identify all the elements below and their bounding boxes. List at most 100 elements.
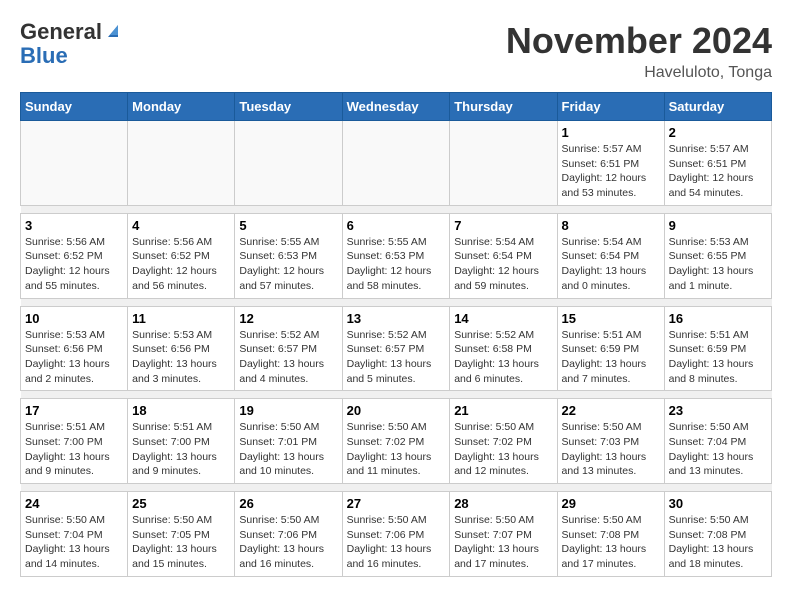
calendar-cell: 30 Sunrise: 5:50 AM Sunset: 7:08 PM Dayli… <box>664 492 771 577</box>
day-number: 19 <box>239 403 337 418</box>
day-number: 26 <box>239 496 337 511</box>
day-info: Sunrise: 5:54 AM Sunset: 6:54 PM Dayligh… <box>454 235 552 294</box>
calendar-cell: 13 Sunrise: 5:52 AM Sunset: 6:57 PM Dayli… <box>342 306 450 391</box>
calendar-cell: 8Sunrise: 5:54 AM Sunset: 6:54 PM Daylig… <box>557 213 664 298</box>
weekday-header-sunday: Sunday <box>21 93 128 121</box>
weekday-header-monday: Monday <box>128 93 235 121</box>
day-info: Sunrise: 5:57 AM Sunset: 6:51 PM Dayligh… <box>562 142 660 201</box>
calendar-cell: 9Sunrise: 5:53 AM Sunset: 6:55 PM Daylig… <box>664 213 771 298</box>
day-info: Sunrise: 5:56 AM Sunset: 6:52 PM Dayligh… <box>132 235 230 294</box>
day-info: Sunrise: 5:51 AM Sunset: 7:00 PM Dayligh… <box>132 420 230 479</box>
day-info: Sunrise: 5:50 AM Sunset: 7:05 PM Dayligh… <box>132 513 230 572</box>
week-separator <box>21 298 772 306</box>
weekday-header-row: SundayMondayTuesdayWednesdayThursdayFrid… <box>21 93 772 121</box>
calendar-cell: 17Sunrise: 5:51 AM Sunset: 7:00 PM Dayli… <box>21 399 128 484</box>
day-info: Sunrise: 5:50 AM Sunset: 7:03 PM Dayligh… <box>562 420 660 479</box>
calendar-week-row: 17 Sunrise: 5:51 AM Sunset: 7:00 PM Dayli… <box>21 399 772 484</box>
calendar-cell: 14Sunrise: 5:52 AM Sunset: 6:58 PM Dayli… <box>450 306 557 391</box>
day-number: 2 <box>669 125 767 140</box>
day-number: 3 <box>25 218 123 233</box>
logo-general: General <box>20 20 102 44</box>
calendar-cell: 26 Sunrise: 5:50 AM Sunset: 7:06 PM Dayli… <box>235 492 342 577</box>
title-section: November 2024 Haveluloto, Tonga <box>506 20 772 82</box>
day-number: 25 <box>132 496 230 511</box>
day-number: 7 <box>454 218 552 233</box>
calendar-cell: 11 Sunrise: 5:53 AM Sunset: 6:56 PM Dayli… <box>128 306 235 391</box>
calendar-cell: 22 Sunrise: 5:50 AM Sunset: 7:03 PM Dayli… <box>557 399 664 484</box>
calendar-cell: 15Sunrise: 5:51 AM Sunset: 6:59 PM Dayli… <box>557 306 664 391</box>
day-info: Sunrise: 5:55 AM Sunset: 6:53 PM Dayligh… <box>347 235 446 294</box>
day-number: 18 <box>132 403 230 418</box>
day-number: 5 <box>239 218 337 233</box>
day-number: 13 <box>347 311 446 326</box>
calendar-cell: 27Sunrise: 5:50 AM Sunset: 7:06 PM Dayli… <box>342 492 450 577</box>
page-header: General Blue November 2024 Haveluloto, T… <box>20 20 772 82</box>
calendar-cell <box>235 121 342 206</box>
calendar-cell: 2 Sunrise: 5:57 AM Sunset: 6:51 PM Daylig… <box>664 121 771 206</box>
week-separator <box>21 391 772 399</box>
day-info: Sunrise: 5:52 AM Sunset: 6:57 PM Dayligh… <box>239 328 337 387</box>
day-number: 24 <box>25 496 123 511</box>
day-info: Sunrise: 5:53 AM Sunset: 6:55 PM Dayligh… <box>669 235 767 294</box>
calendar-cell: 25 Sunrise: 5:50 AM Sunset: 7:05 PM Dayli… <box>128 492 235 577</box>
calendar-cell: 12 Sunrise: 5:52 AM Sunset: 6:57 PM Dayli… <box>235 306 342 391</box>
day-info: Sunrise: 5:50 AM Sunset: 7:01 PM Dayligh… <box>239 420 337 479</box>
day-number: 1 <box>562 125 660 140</box>
day-info: Sunrise: 5:53 AM Sunset: 6:56 PM Dayligh… <box>25 328 123 387</box>
day-number: 16 <box>669 311 767 326</box>
calendar-cell: 18 Sunrise: 5:51 AM Sunset: 7:00 PM Dayli… <box>128 399 235 484</box>
day-number: 14 <box>454 311 552 326</box>
calendar-week-row: 24 Sunrise: 5:50 AM Sunset: 7:04 PM Dayli… <box>21 492 772 577</box>
day-number: 22 <box>562 403 660 418</box>
day-number: 8 <box>562 218 660 233</box>
month-title: November 2024 <box>506 20 772 62</box>
day-number: 23 <box>669 403 767 418</box>
calendar-cell: 3 Sunrise: 5:56 AM Sunset: 6:52 PM Daylig… <box>21 213 128 298</box>
day-number: 28 <box>454 496 552 511</box>
calendar-cell: 5Sunrise: 5:55 AM Sunset: 6:53 PM Daylig… <box>235 213 342 298</box>
calendar-cell <box>21 121 128 206</box>
calendar-cell: 16 Sunrise: 5:51 AM Sunset: 6:59 PM Dayli… <box>664 306 771 391</box>
logo-icon <box>104 21 122 39</box>
location-title: Haveluloto, Tonga <box>506 64 772 82</box>
logo-blue: Blue <box>20 44 68 68</box>
day-number: 11 <box>132 311 230 326</box>
day-number: 10 <box>25 311 123 326</box>
day-number: 27 <box>347 496 446 511</box>
weekday-header-friday: Friday <box>557 93 664 121</box>
calendar-week-row: 10 Sunrise: 5:53 AM Sunset: 6:56 PM Dayli… <box>21 306 772 391</box>
day-info: Sunrise: 5:50 AM Sunset: 7:06 PM Dayligh… <box>239 513 337 572</box>
calendar-cell: 24 Sunrise: 5:50 AM Sunset: 7:04 PM Dayli… <box>21 492 128 577</box>
calendar-cell: 29Sunrise: 5:50 AM Sunset: 7:08 PM Dayli… <box>557 492 664 577</box>
day-number: 20 <box>347 403 446 418</box>
day-info: Sunrise: 5:52 AM Sunset: 6:57 PM Dayligh… <box>347 328 446 387</box>
day-info: Sunrise: 5:53 AM Sunset: 6:56 PM Dayligh… <box>132 328 230 387</box>
calendar-cell <box>450 121 557 206</box>
calendar-cell: 1 Sunrise: 5:57 AM Sunset: 6:51 PM Daylig… <box>557 121 664 206</box>
logo: General Blue <box>20 20 122 68</box>
day-info: Sunrise: 5:50 AM Sunset: 7:04 PM Dayligh… <box>25 513 123 572</box>
calendar-cell: 21 Sunrise: 5:50 AM Sunset: 7:02 PM Dayli… <box>450 399 557 484</box>
day-number: 12 <box>239 311 337 326</box>
day-info: Sunrise: 5:50 AM Sunset: 7:07 PM Dayligh… <box>454 513 552 572</box>
day-number: 30 <box>669 496 767 511</box>
weekday-header-tuesday: Tuesday <box>235 93 342 121</box>
weekday-header-wednesday: Wednesday <box>342 93 450 121</box>
calendar-cell <box>342 121 450 206</box>
weekday-header-thursday: Thursday <box>450 93 557 121</box>
day-info: Sunrise: 5:50 AM Sunset: 7:08 PM Dayligh… <box>669 513 767 572</box>
calendar-cell <box>128 121 235 206</box>
day-info: Sunrise: 5:51 AM Sunset: 6:59 PM Dayligh… <box>669 328 767 387</box>
day-info: Sunrise: 5:57 AM Sunset: 6:51 PM Dayligh… <box>669 142 767 201</box>
day-number: 21 <box>454 403 552 418</box>
week-separator <box>21 205 772 213</box>
calendar-cell: 6Sunrise: 5:55 AM Sunset: 6:53 PM Daylig… <box>342 213 450 298</box>
day-number: 29 <box>562 496 660 511</box>
day-number: 17 <box>25 403 123 418</box>
day-info: Sunrise: 5:50 AM Sunset: 7:02 PM Dayligh… <box>454 420 552 479</box>
day-info: Sunrise: 5:56 AM Sunset: 6:52 PM Dayligh… <box>25 235 123 294</box>
calendar-cell: 20Sunrise: 5:50 AM Sunset: 7:02 PM Dayli… <box>342 399 450 484</box>
day-number: 15 <box>562 311 660 326</box>
calendar-cell: 19 Sunrise: 5:50 AM Sunset: 7:01 PM Dayli… <box>235 399 342 484</box>
day-info: Sunrise: 5:50 AM Sunset: 7:04 PM Dayligh… <box>669 420 767 479</box>
